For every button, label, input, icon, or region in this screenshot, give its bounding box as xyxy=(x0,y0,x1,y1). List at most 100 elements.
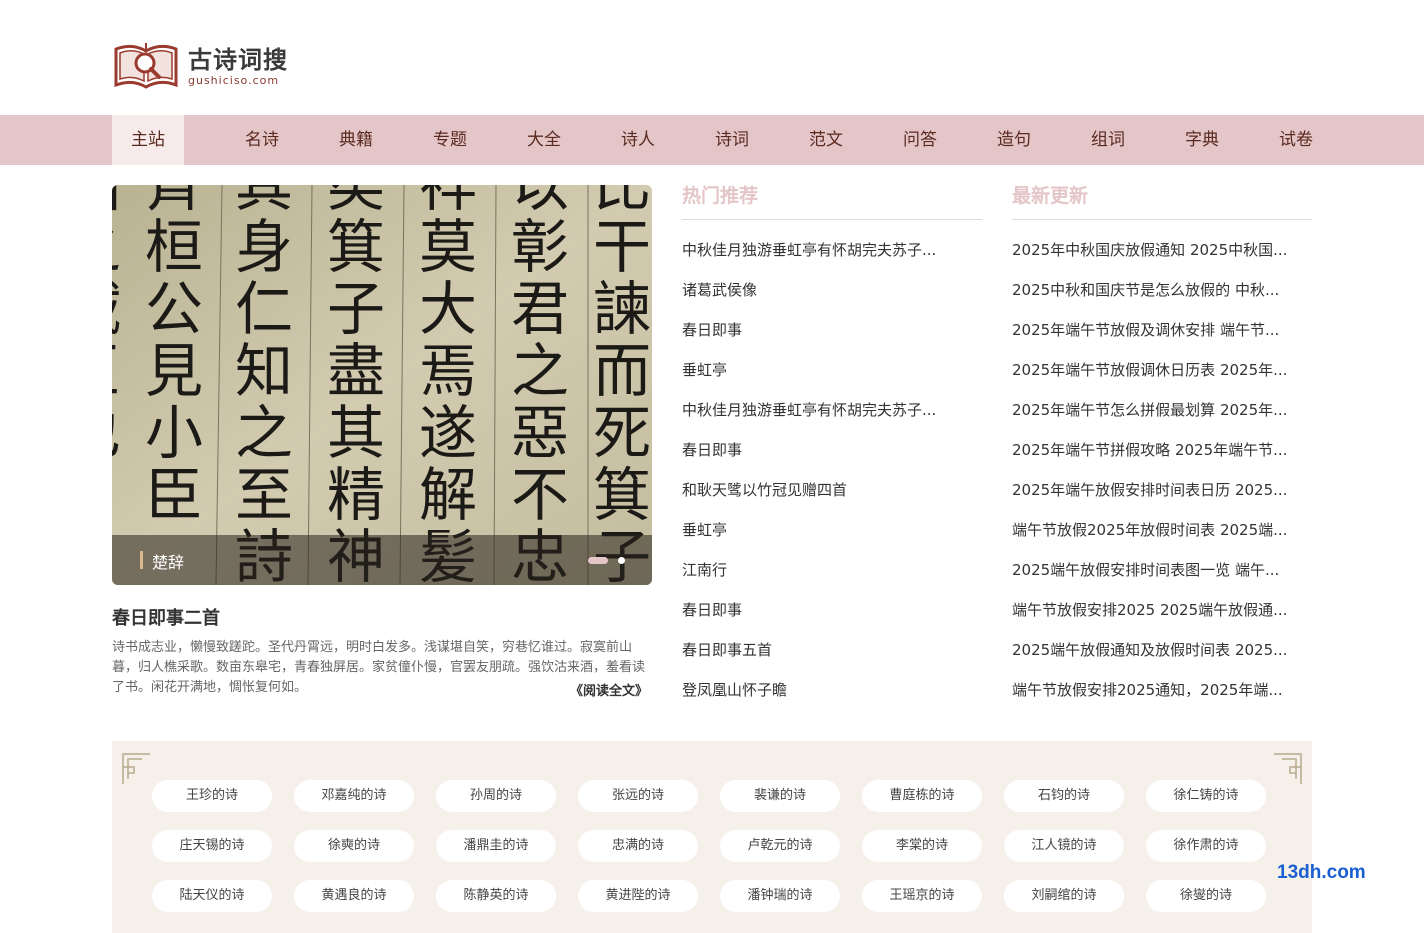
hot-list-item[interactable]: 登凤凰山怀子瞻 xyxy=(682,670,982,710)
latest-list-item[interactable]: 2025年端午节放假及调休安排 端午节... xyxy=(1012,310,1312,350)
image-glyph: 之 xyxy=(511,337,569,405)
image-glyph: 箕 xyxy=(593,461,651,529)
poet-tag[interactable]: 石钧的诗 xyxy=(1004,780,1124,812)
site-logo[interactable]: 古诗词搜 gushiciso.com xyxy=(112,38,288,94)
image-glyph: 干 xyxy=(593,213,651,281)
hot-list-item[interactable]: 垂虹亭 xyxy=(682,510,982,550)
nav-item-poets[interactable]: 诗人 xyxy=(606,115,670,165)
poet-tags-panel: 王珍的诗 邓嘉纯的诗 孙周的诗 张远的诗 裴谦的诗 曹庭栋的诗 石钧的诗 徐仁铸的诗庄天锡的诗… xyxy=(112,741,1312,933)
hot-list-item[interactable]: 诸葛武侯像 xyxy=(682,270,982,310)
latest-list-item[interactable]: 端午节放假2025年放假时间表 2025端... xyxy=(1012,510,1312,550)
watermark: 13dh.com xyxy=(1277,862,1366,883)
hot-section-title: 热门推荐 xyxy=(682,182,982,220)
latest-list-item[interactable]: 端午节放假安排2025 2025端午放假通... xyxy=(1012,590,1312,630)
poet-tag[interactable]: 孙周的诗 xyxy=(436,780,556,812)
poet-tag[interactable]: 曹庭栋的诗 xyxy=(862,780,982,812)
nav-item-home[interactable]: 主站 xyxy=(112,115,184,165)
poet-tag[interactable]: 潘钟瑞的诗 xyxy=(720,880,840,912)
featured-slider[interactable]: 比干諫而死箕子以彰君之惡不忠祥莫大焉遂解髪矣箕子盡其精神其身仁知之至詩齊桓公見小… xyxy=(112,185,652,585)
poet-tag[interactable]: 陈静英的诗 xyxy=(436,880,556,912)
slider-dot[interactable] xyxy=(618,557,625,564)
nav-item-qa[interactable]: 问答 xyxy=(888,115,952,165)
hot-list-item[interactable]: 垂虹亭 xyxy=(682,350,982,390)
image-glyph: 臣 xyxy=(145,461,203,529)
latest-list-item[interactable]: 2025年端午节放假调休日历表 2025年... xyxy=(1012,350,1312,390)
read-more-link[interactable]: 《阅读全文》 xyxy=(570,680,648,699)
latest-list-item[interactable]: 2025端午放假通知及放假时间表 2025... xyxy=(1012,630,1312,670)
poet-tag[interactable]: 王珍的诗 xyxy=(152,780,272,812)
nav-item-poetry[interactable]: 诗词 xyxy=(700,115,764,165)
latest-list-item[interactable]: 端午节放假安排2025通知，2025年端... xyxy=(1012,670,1312,710)
poet-tag[interactable]: 李棠的诗 xyxy=(862,830,982,862)
latest-list-item[interactable]: 2025端午放假安排时间表图一览 端午... xyxy=(1012,550,1312,590)
nav-item-essays[interactable]: 范文 xyxy=(794,115,858,165)
nav-item-exams[interactable]: 试卷 xyxy=(1264,115,1328,165)
ancient-text-image: 比干諫而死箕子以彰君之惡不忠祥莫大焉遂解髪矣箕子盡其精神其身仁知之至詩齊桓公見小… xyxy=(112,185,652,585)
poet-tag[interactable]: 潘鼎圭的诗 xyxy=(436,830,556,862)
poet-tag[interactable]: 黄遇良的诗 xyxy=(294,880,414,912)
latest-list-item[interactable]: 2025年中秋国庆放假通知 2025中秋国... xyxy=(1012,230,1312,270)
image-glyph: 大 xyxy=(419,275,477,343)
nav-item-classics[interactable]: 典籍 xyxy=(324,115,388,165)
hot-list-item[interactable]: 春日即事 xyxy=(682,590,982,630)
hot-list-item[interactable]: 春日即事 xyxy=(682,310,982,350)
hot-list-item[interactable]: 春日即事 xyxy=(682,430,982,470)
poet-tag[interactable]: 徐仁铸的诗 xyxy=(1146,780,1266,812)
hot-list-item[interactable]: 春日即事五首 xyxy=(682,630,982,670)
image-glyph: 惡 xyxy=(511,399,569,467)
image-glyph: 臣 xyxy=(112,337,121,405)
nav-item-words[interactable]: 组词 xyxy=(1076,115,1140,165)
poet-tag[interactable]: 江人镜的诗 xyxy=(1004,830,1124,862)
hot-list-item[interactable]: 江南行 xyxy=(682,550,982,590)
corner-ornament-right-icon xyxy=(1274,753,1302,784)
latest-section-title: 最新更新 xyxy=(1012,182,1312,220)
image-glyph: 箕 xyxy=(327,213,385,281)
book-search-icon xyxy=(112,39,180,93)
slider-caption-text[interactable]: 楚辞 xyxy=(152,549,184,573)
poet-tag[interactable]: 徐燮的诗 xyxy=(1146,880,1266,912)
image-glyph: 盡 xyxy=(327,337,385,405)
logo-subtitle: gushiciso.com xyxy=(188,73,280,87)
image-glyph: 死 xyxy=(593,399,651,467)
image-glyph: 至 xyxy=(235,461,293,529)
nav-item-collection[interactable]: 大全 xyxy=(512,115,576,165)
image-glyph: 諫 xyxy=(593,275,651,343)
poet-tag[interactable]: 张远的诗 xyxy=(578,780,698,812)
image-glyph: 焉 xyxy=(419,337,477,405)
latest-list-item[interactable]: 2025中秋和国庆节是怎么放假的 中秋... xyxy=(1012,270,1312,310)
image-glyph: 桓 xyxy=(145,213,203,281)
image-glyph: 身 xyxy=(235,213,293,281)
poet-tag[interactable]: 卢乾元的诗 xyxy=(720,830,840,862)
nav-item-dictionary[interactable]: 字典 xyxy=(1170,115,1234,165)
image-glyph: 而 xyxy=(593,337,651,405)
poet-tag[interactable]: 徐作肃的诗 xyxy=(1146,830,1266,862)
image-glyph: 小 xyxy=(145,399,203,467)
image-glyph: 賊 xyxy=(112,275,121,343)
hot-list-item[interactable]: 中秋佳月独游垂虹亭有怀胡完夫苏子... xyxy=(682,230,982,270)
hot-list-item[interactable]: 中秋佳月独游垂虹亭有怀胡完夫苏子... xyxy=(682,390,982,430)
latest-list-item[interactable]: 2025年端午放假安排时间表日历 2025... xyxy=(1012,470,1312,510)
caption-accent xyxy=(140,551,143,569)
poet-tag[interactable]: 陆天仪的诗 xyxy=(152,880,272,912)
poet-tag[interactable]: 刘嗣绾的诗 xyxy=(1004,880,1124,912)
image-glyph: 仁 xyxy=(235,275,293,343)
image-glyph: 君 xyxy=(511,275,569,343)
latest-list-item[interactable]: 2025年端午节怎么拼假最划算 2025年... xyxy=(1012,390,1312,430)
slider-dot-active[interactable] xyxy=(588,557,608,564)
latest-updates: 最新更新 2025年中秋国庆放假通知 2025中秋国... 2025中秋和国庆节是… xyxy=(1012,182,1312,710)
nav-item-famous-poems[interactable]: 名诗 xyxy=(230,115,294,165)
poet-tag[interactable]: 王瑶京的诗 xyxy=(862,880,982,912)
poet-tag[interactable]: 黄进陛的诗 xyxy=(578,880,698,912)
poet-tag[interactable]: 忠满的诗 xyxy=(578,830,698,862)
hot-list-item[interactable]: 和耿天骘以竹冠见赠四首 xyxy=(682,470,982,510)
poet-tag[interactable]: 邓嘉纯的诗 xyxy=(294,780,414,812)
image-glyph: 見 xyxy=(145,337,203,405)
poet-tag[interactable]: 裴谦的诗 xyxy=(720,780,840,812)
poet-tag[interactable]: 庄天锡的诗 xyxy=(152,830,272,862)
image-glyph: 子 xyxy=(327,275,385,343)
nav-item-sentences[interactable]: 造句 xyxy=(982,115,1046,165)
poet-tag[interactable]: 徐奭的诗 xyxy=(294,830,414,862)
nav-item-topics[interactable]: 专题 xyxy=(418,115,482,165)
featured-poem-title[interactable]: 春日即事二首 xyxy=(112,604,220,630)
latest-list-item[interactable]: 2025年端午节拼假攻略 2025年端午节... xyxy=(1012,430,1312,470)
